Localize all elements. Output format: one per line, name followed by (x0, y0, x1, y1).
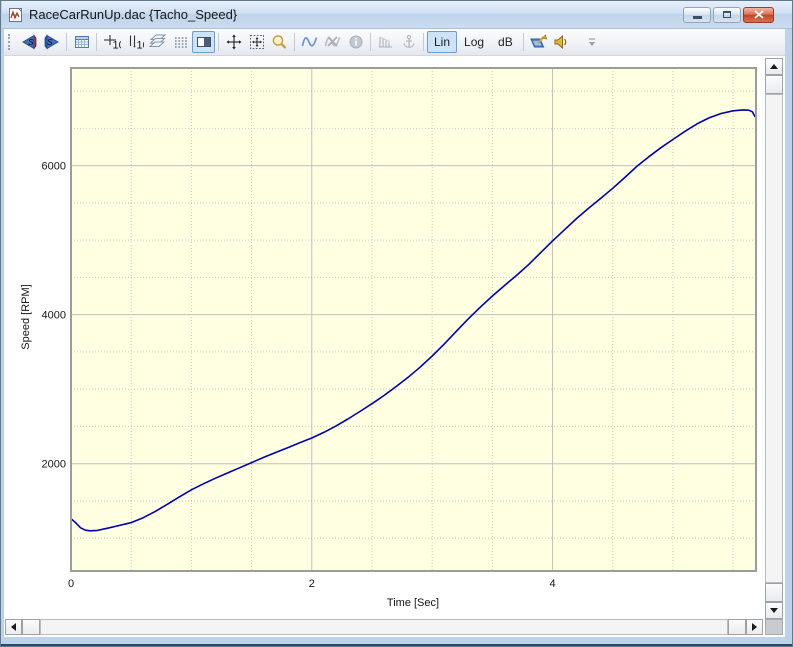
stacked-layers-icon (149, 34, 166, 50)
prev-signal-button[interactable]: s (17, 31, 40, 53)
crosshair-10-icon: 10 (103, 34, 121, 50)
window-bottom-edge (1, 644, 792, 646)
y-tick-label: 4000 (42, 310, 66, 322)
vertical-scrollbar[interactable] (765, 58, 783, 619)
minimize-button[interactable] (683, 7, 711, 23)
anchor-cursor-button[interactable] (397, 31, 420, 53)
x-axis-label: Time [Sec] (387, 597, 439, 609)
horizontal-scrollbar-thumb-right[interactable] (728, 619, 746, 635)
send-to-display-button[interactable] (527, 31, 550, 53)
prev-signal-icon: s (20, 34, 38, 50)
y-tick-label: 6000 (42, 161, 66, 173)
close-icon (754, 10, 764, 19)
plot-background (71, 68, 756, 571)
vertical-scrollbar-thumb-bottom[interactable] (765, 583, 783, 602)
table-grid-icon (74, 34, 90, 50)
next-signal-button[interactable]: s (40, 31, 63, 53)
toolbar-separator (218, 33, 219, 51)
db-scale-button[interactable]: dB (491, 31, 520, 53)
expand-window-button[interactable] (245, 31, 268, 53)
title-bar[interactable]: RaceCarRunUp.dac {Tacho_Speed} (2, 1, 793, 29)
db-scale-label: dB (498, 35, 513, 49)
svg-text:s: s (47, 36, 53, 48)
comb-cursor-icon (377, 34, 394, 50)
x-tick-label: 4 (549, 578, 555, 590)
overlay-traces-button[interactable] (146, 31, 169, 53)
zoom-button[interactable] (268, 31, 291, 53)
play-audio-button[interactable] (550, 31, 573, 53)
horizontal-scrollbar-thumb-left[interactable] (22, 619, 40, 635)
waveform-document-icon (8, 7, 24, 23)
toolbar-separator (423, 33, 424, 51)
expand-full-button[interactable] (222, 31, 245, 53)
wave-icon (301, 34, 318, 50)
speaker-icon (553, 34, 570, 50)
app-window: RaceCarRunUp.dac {Tacho_Speed} s (0, 0, 793, 647)
restore-button[interactable] (713, 7, 741, 23)
expand-arrows-icon (226, 34, 242, 50)
scroll-left-button[interactable] (5, 619, 22, 635)
log-scale-label: Log (464, 35, 484, 49)
split-view-button[interactable] (192, 31, 215, 53)
arrow-left-icon (11, 623, 16, 631)
x-tick-label: 0 (68, 578, 74, 590)
toolbar-separator (523, 33, 524, 51)
toolbar-separator (370, 33, 371, 51)
svg-text:s: s (28, 36, 34, 48)
restore-icon (723, 11, 731, 18)
y-tick-label: 2000 (42, 459, 66, 471)
horizontal-scrollbar-track[interactable] (40, 619, 728, 635)
minimize-icon (693, 16, 702, 19)
vertical-cursors-button[interactable]: 10 (123, 31, 146, 53)
info-icon (348, 34, 364, 50)
dotted-rows-icon (173, 34, 189, 50)
split-panel-icon (196, 34, 212, 50)
info-button[interactable] (344, 31, 367, 53)
x-cursor-button[interactable]: 10 (100, 31, 123, 53)
scrollbar-corner (765, 619, 783, 635)
x-tick-label: 2 (309, 578, 315, 590)
scroll-down-button[interactable] (765, 602, 783, 619)
vertical-scrollbar-track[interactable] (765, 94, 783, 583)
next-signal-icon: s (43, 34, 61, 50)
svg-text:10: 10 (136, 40, 144, 51)
toolbar-separator (96, 33, 97, 51)
expand-box-icon (249, 34, 265, 50)
toolbar: s s (4, 29, 785, 56)
arrow-down-icon (770, 608, 778, 613)
toolbar-separator (294, 33, 295, 51)
chart-client-area: 0 2 4 2000 4000 6000 Speed [RPM] Time [Sec] (4, 56, 785, 637)
log-scale-button[interactable]: Log (457, 31, 491, 53)
double-cursor-10-icon: 10 (126, 34, 144, 50)
scroll-right-button[interactable] (746, 619, 763, 635)
harmonic-cursor-button[interactable] (374, 31, 397, 53)
overflow-chevron-icon (587, 36, 597, 48)
vertical-scrollbar-thumb-top[interactable] (765, 75, 783, 94)
wave-delete-icon (324, 34, 341, 50)
svg-text:10: 10 (112, 40, 121, 51)
magnifier-icon (271, 34, 288, 50)
anchor-icon (401, 34, 417, 50)
arrow-up-icon (770, 64, 778, 69)
close-button[interactable] (743, 7, 774, 23)
horizontal-scrollbar[interactable] (5, 619, 763, 635)
window-title: RaceCarRunUp.dac {Tacho_Speed} (29, 7, 237, 22)
caption-buttons (683, 7, 774, 23)
linear-scale-button[interactable]: Lin (427, 31, 457, 53)
delete-curve-button[interactable] (321, 31, 344, 53)
linear-scale-label: Lin (434, 35, 450, 49)
toolbar-overflow-button[interactable] (581, 31, 604, 53)
data-table-button[interactable] (70, 31, 93, 53)
y-axis-label: Speed [RPM] (20, 284, 32, 349)
toolbar-separator (66, 33, 67, 51)
toolbar-grip[interactable] (8, 34, 13, 50)
scroll-up-button[interactable] (765, 58, 783, 75)
export-display-icon (529, 34, 548, 50)
arrow-right-icon (752, 623, 757, 631)
speed-time-plot[interactable]: 0 2 4 2000 4000 6000 (4, 56, 763, 619)
edit-curve-button[interactable] (298, 31, 321, 53)
dotted-display-button[interactable] (169, 31, 192, 53)
